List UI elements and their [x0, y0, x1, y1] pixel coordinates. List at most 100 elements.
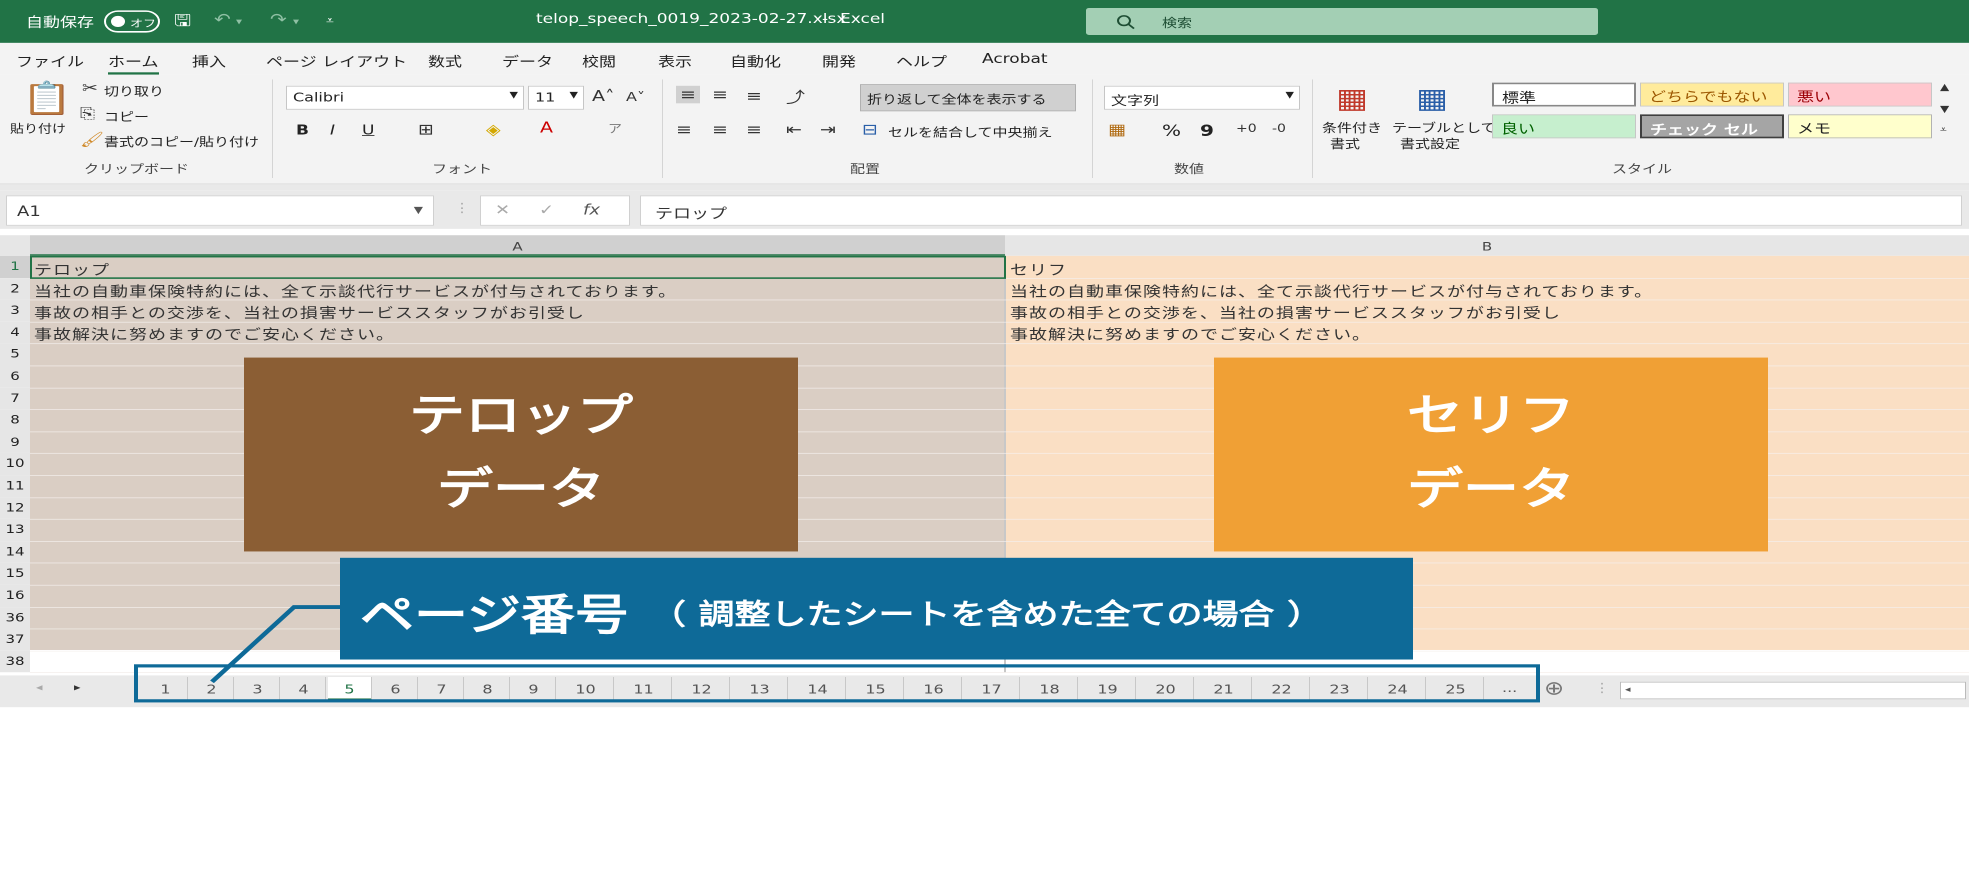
row-header[interactable]: 36: [0, 606, 30, 629]
style-bad[interactable]: 悪い: [1788, 82, 1932, 107]
insert-function-icon[interactable]: fx: [583, 202, 600, 219]
format-painter-icon[interactable]: 🖌: [80, 130, 104, 148]
align-top-icon[interactable]: ≡: [676, 85, 700, 104]
italic-button[interactable]: I: [330, 122, 335, 138]
align-bottom-icon[interactable]: ≡: [746, 87, 762, 104]
tab-automate[interactable]: 自動化: [730, 51, 781, 71]
style-note[interactable]: メモ: [1788, 114, 1932, 139]
underline-button[interactable]: U: [362, 122, 374, 138]
row-header[interactable]: 12: [0, 497, 30, 520]
row-header[interactable]: 9: [0, 431, 30, 454]
copy-label[interactable]: コピー: [104, 108, 149, 125]
tab-help[interactable]: ヘルプ: [896, 51, 947, 71]
row-header[interactable]: 4: [0, 321, 30, 344]
cut-label[interactable]: 切り取り: [104, 83, 164, 100]
tab-acrobat[interactable]: Acrobat: [982, 51, 1048, 67]
scroll-left-icon[interactable]: ◂: [1625, 684, 1631, 694]
currency-icon[interactable]: ▦: [1108, 121, 1126, 138]
conditional-format-label-2[interactable]: 書式: [1330, 135, 1360, 152]
autosave-toggle[interactable]: オフ: [104, 10, 160, 33]
percent-button[interactable]: %: [1162, 121, 1181, 140]
font-size-select[interactable]: 11 ▼: [528, 85, 584, 110]
align-right-icon[interactable]: ≡: [746, 121, 762, 138]
phonetic-icon[interactable]: ア: [608, 121, 622, 137]
styles-scroll-down-icon[interactable]: ▼: [1940, 103, 1949, 114]
number-format-select[interactable]: 文字列 ▼: [1104, 85, 1300, 110]
paste-label[interactable]: 貼り付け: [10, 121, 66, 137]
style-normal[interactable]: 標準: [1492, 82, 1636, 107]
row-header[interactable]: 8: [0, 409, 30, 432]
cell-b2[interactable]: 当社の自動車保険特約には、全て示談代行サービスが付与されております。: [1010, 280, 1653, 301]
select-all-corner[interactable]: [0, 235, 30, 256]
wrap-text-button[interactable]: 折り返して全体を表示する: [860, 84, 1076, 112]
tab-file[interactable]: ファイル: [16, 51, 84, 71]
decrease-indent-icon[interactable]: ⇤: [786, 121, 802, 138]
scroll-tabs-left-icon[interactable]: ◂: [36, 682, 43, 694]
font-family-select[interactable]: Calibri ▼: [286, 85, 524, 110]
scroll-tabs-right-icon[interactable]: ▸: [74, 682, 81, 694]
align-left-icon[interactable]: ≡: [676, 121, 692, 138]
enter-icon[interactable]: ✓: [539, 202, 554, 219]
borders-icon[interactable]: ⊞: [418, 121, 434, 138]
row-header[interactable]: 1: [0, 255, 30, 278]
row-header[interactable]: 11: [0, 475, 30, 498]
cell-b1[interactable]: セリフ: [1010, 259, 1067, 280]
cell-a4[interactable]: 事故解決に努めますのでご安心ください。: [34, 323, 395, 344]
row-header[interactable]: 2: [0, 277, 30, 300]
font-color-icon[interactable]: A: [540, 119, 553, 136]
bold-button[interactable]: B: [296, 122, 309, 138]
increase-decimal-icon[interactable]: +0: [1236, 122, 1257, 135]
add-sheet-icon[interactable]: ⊕: [1544, 677, 1564, 699]
column-header-a[interactable]: A: [30, 235, 1005, 256]
merge-icon[interactable]: ⊟: [862, 121, 878, 138]
tab-view[interactable]: 表示: [658, 51, 692, 71]
cut-icon[interactable]: ✂: [82, 79, 98, 96]
row-header[interactable]: 38: [0, 650, 30, 673]
decrease-decimal-icon[interactable]: -0: [1272, 122, 1286, 135]
active-cell-a1[interactable]: [30, 255, 1006, 279]
comma-button[interactable]: 9: [1200, 121, 1214, 140]
cell-a3[interactable]: 事故の相手との交渉を、当社の損害サービススタッフがお引受し: [34, 302, 585, 323]
redo-icon[interactable]: ↷: [270, 10, 287, 29]
increase-font-icon[interactable]: A˄: [592, 87, 615, 104]
customize-qat-icon[interactable]: ⩡: [326, 14, 334, 27]
decrease-font-icon[interactable]: A˅: [626, 89, 645, 104]
formula-input[interactable]: テロップ: [640, 195, 1962, 226]
tab-page-layout[interactable]: ページ レイアウト: [266, 51, 407, 71]
styles-more-icon[interactable]: ⩡: [1940, 124, 1947, 136]
align-middle-icon[interactable]: ≡: [712, 86, 728, 103]
cell-a1[interactable]: テロップ: [34, 259, 110, 280]
splitter-handle-icon[interactable]: ⋮: [1594, 680, 1610, 695]
conditional-format-icon[interactable]: ▦: [1336, 83, 1368, 115]
undo-dropdown-icon[interactable]: ▾: [236, 16, 242, 27]
styles-scroll-up-icon[interactable]: ▲: [1940, 81, 1949, 92]
fill-color-icon[interactable]: ◈: [486, 121, 501, 138]
format-as-table-label-2[interactable]: 書式設定: [1400, 135, 1460, 152]
format-as-table-icon[interactable]: ▦: [1416, 83, 1448, 115]
tab-developer[interactable]: 開発: [822, 51, 856, 71]
tab-formulas[interactable]: 数式: [428, 51, 462, 71]
row-header[interactable]: 3: [0, 299, 30, 322]
save-icon[interactable]: 🖫: [174, 10, 191, 37]
row-header[interactable]: 15: [0, 562, 30, 585]
chevron-down-icon[interactable]: ▼: [414, 204, 423, 215]
tab-review[interactable]: 校閲: [582, 51, 616, 71]
copy-icon[interactable]: ⎘: [80, 105, 95, 122]
style-check-cell[interactable]: チェック セル: [1640, 114, 1784, 139]
row-header[interactable]: 13: [0, 519, 30, 541]
paste-icon[interactable]: 📋: [22, 79, 72, 117]
cell-b3[interactable]: 事故の相手との交渉を、当社の損害サービススタッフがお引受し: [1010, 302, 1561, 323]
align-center-icon[interactable]: ≡: [712, 121, 728, 138]
row-header[interactable]: 7: [0, 387, 30, 410]
style-neutral[interactable]: どちらでもない: [1640, 82, 1784, 107]
conditional-format-label[interactable]: 条件付き: [1322, 119, 1382, 136]
horizontal-scrollbar[interactable]: ◂: [1620, 681, 1966, 700]
row-header[interactable]: 10: [0, 453, 30, 476]
redo-dropdown-icon[interactable]: ▾: [293, 16, 299, 27]
tab-insert[interactable]: 挿入: [192, 51, 226, 71]
row-header[interactable]: 6: [0, 365, 30, 388]
format-as-table-label[interactable]: テーブルとして: [1392, 119, 1496, 136]
undo-icon[interactable]: ↶: [214, 10, 231, 29]
increase-indent-icon[interactable]: ⇥: [820, 121, 836, 138]
format-painter-label[interactable]: 書式のコピー/貼り付け: [104, 133, 259, 150]
